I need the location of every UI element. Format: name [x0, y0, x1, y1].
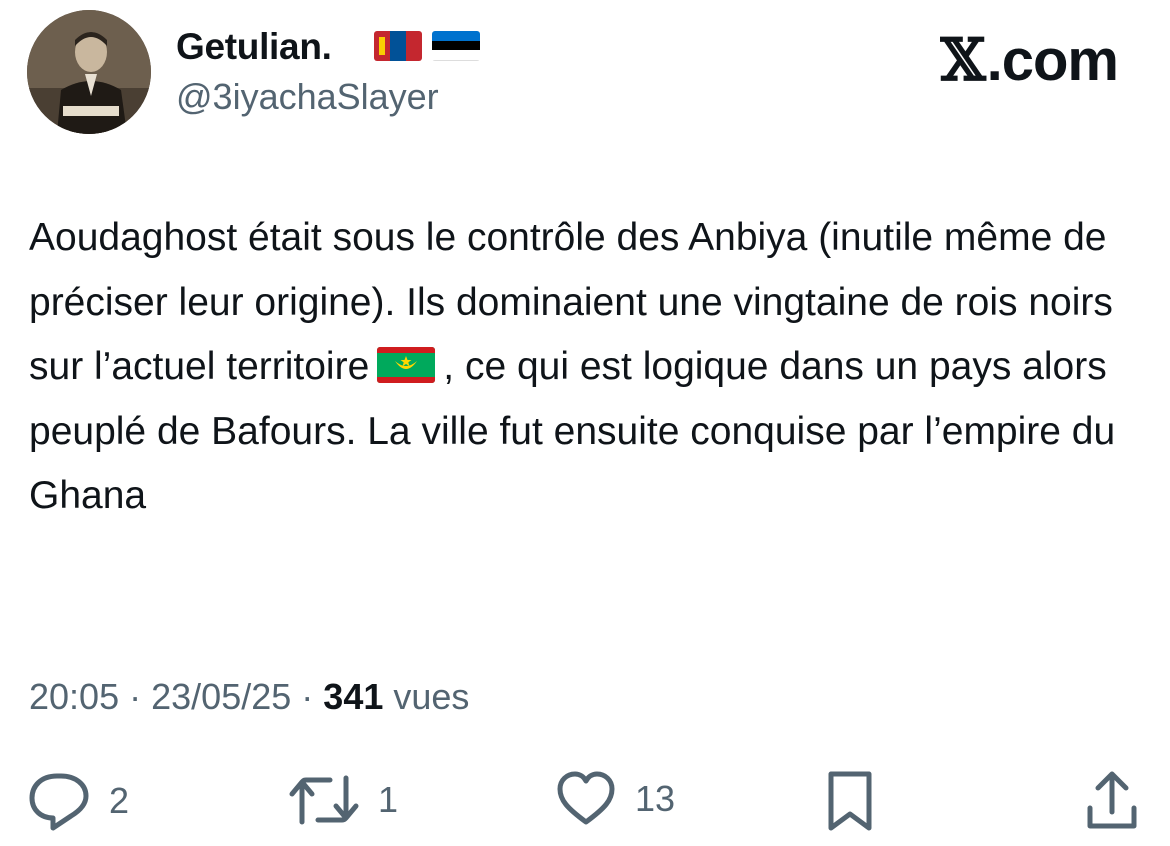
reply-icon: [29, 773, 89, 831]
views-label: vues: [393, 676, 470, 717]
display-name[interactable]: Getulian.: [176, 26, 332, 68]
bookmark-button[interactable]: [825, 770, 875, 832]
reply-button[interactable]: 2: [27, 770, 129, 832]
reply-count: 2: [109, 780, 130, 821]
avatar-portrait-image: [27, 10, 151, 134]
like-count: 13: [635, 778, 676, 819]
retweet-count: 1: [378, 779, 399, 820]
mongolia-flag-icon: [374, 31, 422, 61]
retweet-button[interactable]: 1: [288, 770, 398, 830]
tweet-time[interactable]: 20:05: [29, 676, 119, 717]
tweet-date[interactable]: 23/05/25: [151, 676, 291, 717]
x-com-logo: 𝕏 .com: [940, 26, 1119, 94]
meta-separator: ·: [301, 676, 314, 717]
tweet-text: Aoudaghost était sous le contrôle des An…: [29, 206, 1139, 529]
name-flags: [374, 31, 480, 61]
estonia-flag-icon: [432, 31, 480, 61]
share-icon: [1087, 771, 1137, 829]
bookmark-icon: [828, 771, 872, 831]
tweet-meta: 20:05 · 23/05/25 · 341 vues: [29, 676, 469, 718]
retweet-icon: [289, 775, 359, 825]
meta-separator: ·: [129, 676, 142, 717]
x-logo-suffix: .com: [986, 27, 1119, 93]
views-count: 341: [323, 676, 384, 717]
avatar[interactable]: [27, 10, 151, 134]
share-button[interactable]: [1084, 770, 1140, 832]
like-button[interactable]: 13: [555, 770, 675, 828]
user-handle[interactable]: @3iyachaSlayer: [176, 76, 439, 118]
x-logo-icon: 𝕏: [940, 26, 986, 94]
action-bar: 2 1 13: [0, 760, 1170, 840]
heart-icon: [557, 771, 615, 825]
mauritania-flag-icon: [377, 347, 436, 384]
